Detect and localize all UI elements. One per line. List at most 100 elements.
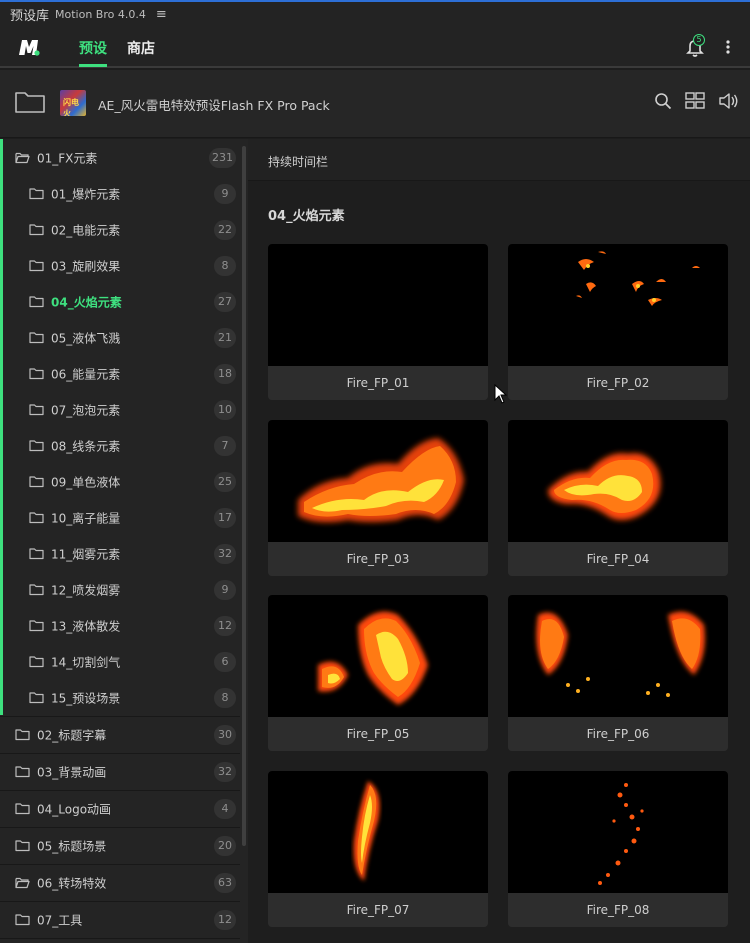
preset-card[interactable]: Fire_FP_05 [268, 595, 488, 751]
preset-card[interactable]: Fire_FP_04 [508, 420, 728, 576]
preset-card[interactable]: Fire_FP_07 [268, 771, 488, 927]
folder-icon [15, 799, 30, 818]
sidebar-item-label: 14_切割剑气 [51, 655, 121, 670]
sidebar-item-count: 17 [214, 508, 236, 528]
folder-open-icon [15, 873, 30, 892]
sidebar-item-count: 27 [214, 292, 236, 312]
sidebar-item[interactable]: 07_泡泡元素 10 [0, 392, 240, 428]
volume-icon[interactable] [718, 92, 740, 110]
sidebar-item[interactable]: 15_预设场景 8 [0, 680, 240, 716]
more-options-icon[interactable] [722, 36, 734, 58]
grid-view-icon[interactable] [685, 92, 705, 110]
sidebar-item-label: 07_泡泡元素 [51, 403, 121, 418]
sidebar-item[interactable]: 07_工具 12 [0, 901, 240, 938]
sidebar-item-count: 32 [214, 761, 236, 782]
sidebar-item-label: 06_能量元素 [51, 367, 121, 382]
sidebar-item-label: 02_电能元素 [51, 223, 121, 238]
sidebar-item-count: 9 [214, 184, 236, 204]
preset-preview[interactable] [508, 771, 728, 893]
sidebar-item[interactable]: 06_转场特效 63 [0, 864, 240, 901]
folder-icon [29, 617, 44, 636]
tab-presets[interactable]: 预设 [79, 38, 107, 58]
preset-preview[interactable] [508, 244, 728, 366]
preset-card[interactable]: Fire_FP_02 [508, 244, 728, 400]
sidebar-item-label: 06_转场特效 [37, 876, 107, 890]
section-title: 04_火焰元素 [268, 209, 345, 224]
sidebar-item-count: 20 [214, 835, 236, 856]
sidebar-item-label: 01_FX元素 [37, 151, 98, 165]
preset-preview-art [318, 611, 428, 705]
sidebar-item-label: 04_火焰元素 [51, 295, 122, 310]
pack-thumbnail[interactable]: 闪电火 [60, 90, 86, 116]
preset-name: Fire_FP_04 [508, 542, 728, 576]
sidebar-item[interactable]: 09_单色液体 25 [0, 464, 240, 500]
sidebar-item-label: 05_标题场景 [37, 839, 107, 853]
folder-icon [15, 910, 30, 929]
sidebar-item-label: 07_工具 [37, 913, 83, 927]
preset-preview-art [536, 611, 705, 697]
sidebar-item[interactable]: 05_液体飞溅 21 [0, 320, 240, 356]
folder-open-icon [15, 148, 30, 167]
sidebar-item-label: 03_旋刷效果 [51, 259, 121, 274]
sidebar-scrollbar[interactable] [242, 146, 246, 846]
app-version-label: Motion Bro 4.0.4 [55, 7, 146, 21]
preset-card[interactable]: Fire_FP_08 [508, 771, 728, 927]
preset-preview[interactable] [508, 595, 728, 717]
sidebar-item-label: 08_线条元素 [51, 439, 121, 454]
duration-bar-label: 持续时间栏 [268, 155, 329, 169]
folder-icon [29, 293, 44, 312]
sidebar-item[interactable]: 12_喷发烟雾 9 [0, 572, 240, 608]
hamburger-icon[interactable]: ≡ [156, 7, 167, 22]
sidebar-item-count: 32 [214, 544, 236, 564]
sidebar-item-count: 12 [214, 616, 236, 636]
sidebar-item-count: 63 [214, 872, 236, 893]
duration-bar[interactable]: 持续时间栏 [248, 139, 750, 181]
sidebar-item[interactable]: 02_电能元素 22 [0, 212, 240, 248]
folder-icon [15, 836, 30, 855]
motionbro-logo-icon[interactable] [16, 34, 42, 60]
sidebar-item[interactable]: 13_液体散发 12 [0, 608, 240, 644]
search-icon[interactable] [654, 92, 672, 110]
folder-icon [29, 221, 44, 240]
folder-icon [29, 653, 44, 672]
tab-store[interactable]: 商店 [127, 38, 155, 58]
preset-name: Fire_FP_03 [268, 542, 488, 576]
preset-preview[interactable] [268, 595, 488, 717]
folder-icon [15, 725, 30, 744]
sidebar-item-label: 04_Logo动画 [37, 802, 112, 816]
sidebar-item[interactable]: 03_旋刷效果 8 [0, 248, 240, 284]
preset-card[interactable]: Fire_FP_03 [268, 420, 488, 576]
sidebar-item[interactable]: 06_能量元素 18 [0, 356, 240, 392]
sidebar-item-count: 12 [214, 909, 236, 930]
preset-preview-art [353, 781, 380, 881]
sidebar-item[interactable]: 14_切割剑气 6 [0, 644, 240, 680]
mouse-cursor-icon [494, 384, 508, 404]
sidebar-item[interactable]: 01_爆炸元素 9 [0, 176, 240, 212]
folder-icon[interactable] [14, 89, 46, 115]
sidebar-item[interactable]: 03_背景动画 32 [0, 753, 240, 790]
sidebar-item[interactable]: 10_离子能量 17 [0, 500, 240, 536]
folder-icon [29, 689, 44, 708]
sidebar-item[interactable]: 01_FX元素 231 [0, 139, 240, 176]
sidebar-item[interactable]: 02_标题字幕 30 [0, 716, 240, 753]
sidebar-item[interactable]: 05_标题场景 20 [0, 827, 240, 864]
sidebar-item[interactable]: 04_火焰元素 27 [0, 284, 240, 320]
preset-preview-art [548, 453, 661, 520]
preset-preview[interactable] [268, 771, 488, 893]
sidebar-item[interactable]: 11_烟雾元素 32 [0, 536, 240, 572]
sidebar-item[interactable]: 04_Logo动画 4 [0, 790, 240, 827]
preset-card[interactable]: Fire_FP_01 [268, 244, 488, 400]
sidebar-item-count: 7 [214, 436, 236, 456]
sidebar-item[interactable]: 08_线条元素 7 [0, 428, 240, 464]
folder-icon [15, 762, 30, 781]
preset-name: Fire_FP_08 [508, 893, 728, 927]
sidebar-item-count: 30 [214, 724, 236, 745]
folder-icon [29, 437, 44, 456]
folder-icon [29, 473, 44, 492]
preset-preview[interactable] [268, 420, 488, 542]
preset-preview[interactable] [268, 244, 488, 366]
folder-icon [29, 329, 44, 348]
preset-preview[interactable] [508, 420, 728, 542]
preset-name: Fire_FP_05 [268, 717, 488, 751]
preset-card[interactable]: Fire_FP_06 [508, 595, 728, 751]
